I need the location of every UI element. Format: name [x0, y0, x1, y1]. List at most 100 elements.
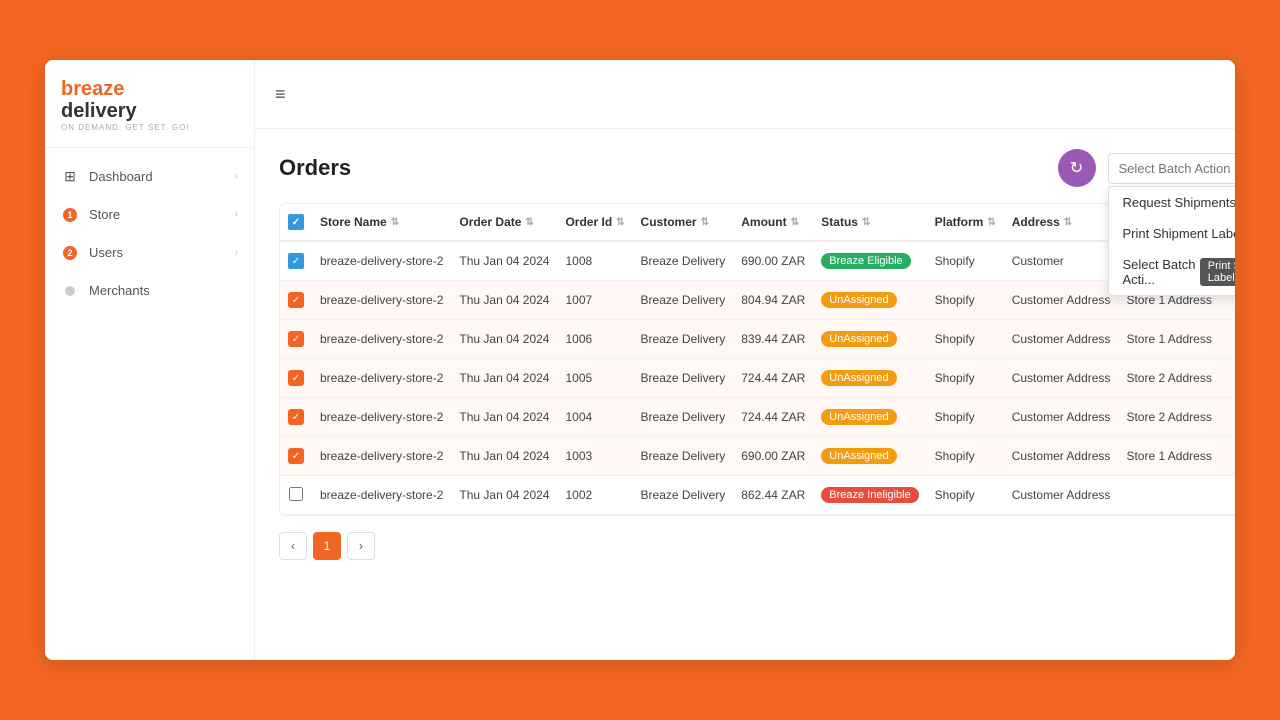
page-title: Orders: [279, 155, 1058, 181]
td-address: Customer Address: [1004, 398, 1119, 437]
orders-table-wrapper: ✓ Store Name ⇅: [279, 203, 1235, 516]
next-page-button[interactable]: ›: [347, 532, 375, 560]
row-checkbox[interactable]: ✓: [288, 370, 304, 386]
select-batch-text: Select Batch Acti...: [1123, 257, 1200, 287]
td-order-date: Thu Jan 04 2024: [451, 359, 557, 398]
status-badge: UnAssigned: [821, 409, 896, 425]
td-store-address: Store 2 Address: [1118, 359, 1219, 398]
sort-date-icon[interactable]: ⇅: [525, 217, 533, 228]
logo: breaze delivery ON DEMAND. GET SET. GO!: [61, 78, 238, 133]
sort-store-icon[interactable]: ⇅: [391, 217, 399, 228]
th-order-id-label: Order Id: [565, 215, 612, 229]
sidebar-item-dashboard[interactable]: ⊞ Dashboard ›: [45, 158, 254, 196]
sidebar-item-merchants[interactable]: Merchants: [45, 272, 254, 310]
row-checkbox[interactable]: ✓: [288, 253, 304, 269]
batch-select-input[interactable]: [1108, 153, 1236, 184]
td-customer: Breaze Delivery: [633, 476, 734, 515]
sidebar-item-store[interactable]: 1 Store ›: [45, 196, 254, 234]
logo-sub: ON DEMAND. GET SET. GO!: [61, 124, 238, 133]
td-store-name: breaze-delivery-store-2: [312, 320, 451, 359]
top-bar: ≡: [255, 60, 1235, 129]
status-badge: UnAssigned: [821, 292, 896, 308]
refresh-button[interactable]: ↻: [1058, 149, 1096, 187]
td-address: Customer Address: [1004, 281, 1119, 320]
td-amount: 724.44 ZAR: [733, 359, 813, 398]
td-action: [1220, 359, 1235, 398]
td-status: UnAssigned: [813, 281, 926, 320]
dropdown-item-select-batch[interactable]: Select Batch Acti... Print Shipment Labe…: [1109, 249, 1236, 295]
table-row: ✓ breaze-delivery-store-2 Thu Jan 04 202…: [280, 398, 1235, 437]
td-status: Breaze Eligible: [813, 241, 926, 281]
dropdown-item-request-shipments[interactable]: Request Shipments: [1109, 187, 1236, 218]
td-store-address: Store 1 Address: [1118, 437, 1219, 476]
table-row: ✓ breaze-delivery-store-2 Thu Jan 04 202…: [280, 281, 1235, 320]
td-address: Customer: [1004, 241, 1119, 281]
batch-dropdown-menu: Request Shipments Print Shipment Labels …: [1108, 186, 1236, 296]
td-amount: 862.44 ZAR: [733, 476, 813, 515]
main-container: breaze delivery ON DEMAND. GET SET. GO! …: [20, 40, 1260, 680]
td-store-name: breaze-delivery-store-2: [312, 398, 451, 437]
print-shipment-tooltip: Print Shipment Labels: [1200, 258, 1235, 286]
td-platform: Shopify: [927, 281, 1004, 320]
td-store-address: [1118, 476, 1219, 515]
td-customer: Breaze Delivery: [633, 241, 734, 281]
chevron-right-icon: ›: [235, 171, 238, 182]
sidebar-item-label-users: Users: [89, 245, 123, 260]
th-check: ✓: [280, 204, 312, 241]
row-checkbox[interactable]: [289, 487, 303, 501]
sort-amount-icon[interactable]: ⇅: [791, 217, 799, 228]
sidebar-item-users[interactable]: 2 Users ›: [45, 234, 254, 272]
th-platform-label: Platform: [935, 215, 984, 229]
td-address: Customer Address: [1004, 476, 1119, 515]
store-dot: 1: [63, 208, 77, 222]
td-amount: 804.94 ZAR: [733, 281, 813, 320]
td-order-id: 1008: [557, 241, 632, 281]
th-status-label: Status: [821, 215, 858, 229]
menu-icon[interactable]: ≡: [275, 84, 286, 105]
sort-orderid-icon[interactable]: ⇅: [616, 217, 624, 228]
td-status: UnAssigned: [813, 359, 926, 398]
td-check: ✓: [280, 437, 312, 476]
sort-platform-icon[interactable]: ⇅: [987, 217, 995, 228]
th-order-id: Order Id ⇅: [557, 204, 632, 241]
td-order-date: Thu Jan 04 2024: [451, 437, 557, 476]
row-checkbox[interactable]: ✓: [288, 448, 304, 464]
status-badge: Breaze Ineligible: [821, 487, 918, 503]
sort-address-icon[interactable]: ⇅: [1064, 217, 1072, 228]
th-amount-label: Amount: [741, 215, 786, 229]
th-store-name-label: Store Name: [320, 215, 387, 229]
td-check: ✓: [280, 241, 312, 281]
th-platform: Platform ⇅: [927, 204, 1004, 241]
th-address-label: Address: [1012, 215, 1060, 229]
row-checkbox[interactable]: ✓: [288, 331, 304, 347]
td-action: [1220, 437, 1235, 476]
row-checkbox[interactable]: ✓: [288, 409, 304, 425]
td-platform: Shopify: [927, 398, 1004, 437]
dropdown-item-print-labels[interactable]: Print Shipment Labels: [1109, 218, 1236, 249]
td-amount: 724.44 ZAR: [733, 398, 813, 437]
th-order-date: Order Date ⇅: [451, 204, 557, 241]
status-badge: UnAssigned: [821, 370, 896, 386]
table-row: breaze-delivery-store-2 Thu Jan 04 2024 …: [280, 476, 1235, 515]
users-dot: 2: [63, 246, 77, 260]
td-amount: 690.00 ZAR: [733, 437, 813, 476]
sort-customer-icon[interactable]: ⇅: [701, 217, 709, 228]
th-amount: Amount ⇅: [733, 204, 813, 241]
prev-page-button[interactable]: ‹: [279, 532, 307, 560]
td-order-date: Thu Jan 04 2024: [451, 398, 557, 437]
td-order-date: Thu Jan 04 2024: [451, 281, 557, 320]
table-row: ✓ breaze-delivery-store-2 Thu Jan 04 202…: [280, 241, 1235, 281]
sort-status-icon[interactable]: ⇅: [862, 217, 870, 228]
row-checkbox[interactable]: ✓: [288, 292, 304, 308]
print-label-text: Print Shipment Labels: [1123, 226, 1236, 241]
page-1-button[interactable]: 1: [313, 532, 341, 560]
td-store-name: breaze-delivery-store-2: [312, 437, 451, 476]
chevron-right-icon-store: ›: [235, 209, 238, 220]
td-store-address: Store 1 Address: [1118, 320, 1219, 359]
td-address: Customer Address: [1004, 320, 1119, 359]
select-all-checkbox[interactable]: ✓: [288, 214, 304, 230]
td-action: [1220, 476, 1235, 515]
td-amount: 690.00 ZAR: [733, 241, 813, 281]
sidebar-nav: ⊞ Dashboard › 1 Store › 2 Users: [45, 148, 254, 660]
orders-table: ✓ Store Name ⇅: [280, 204, 1235, 515]
